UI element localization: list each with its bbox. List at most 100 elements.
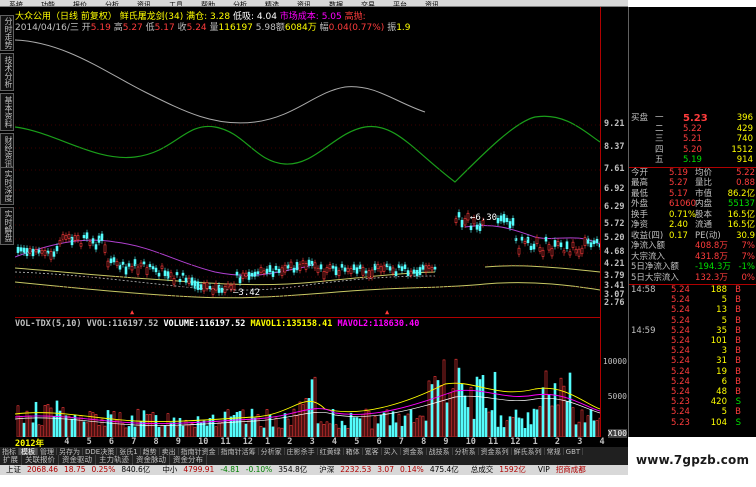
left-tab-0[interactable]: 分时走势	[0, 15, 14, 51]
gray-band-line	[15, 39, 426, 124]
volume-bar	[76, 417, 80, 437]
price-tick: 9.21	[604, 119, 625, 129]
indicator-tab-4[interactable]: DDE决策	[83, 448, 118, 455]
bid-volume: 1512	[731, 144, 753, 155]
volume-bar	[523, 428, 527, 437]
indicator-tab-6[interactable]: 趋势	[141, 448, 160, 455]
volume-bar	[85, 422, 89, 437]
candle-body	[256, 271, 260, 275]
volume-bar	[535, 409, 539, 437]
price-chart[interactable]: ←6.30 —3.42 ▲ ▲	[15, 32, 600, 317]
candle-body	[16, 246, 20, 253]
candle-body	[91, 238, 95, 244]
status-label: 上证	[6, 465, 21, 474]
volume-bar	[457, 367, 461, 437]
volume-bar	[337, 427, 341, 437]
sub-tab-2[interactable]: 资金驱动	[59, 455, 96, 465]
candle-body	[427, 265, 431, 269]
price-tick: 6.29	[604, 202, 625, 212]
green-band-line	[15, 115, 600, 183]
volume-bar	[427, 380, 431, 437]
bid-row[interactable]: 买盘一 5.23 396	[629, 113, 756, 124]
flow-value: 408.8万	[695, 241, 728, 251]
indicator-tab-0[interactable]: 指标	[0, 448, 19, 455]
volume-bar	[526, 412, 530, 437]
volume-bar	[355, 417, 359, 437]
volume-bar	[34, 401, 38, 437]
volume-bar	[19, 416, 23, 437]
volume-bar	[358, 418, 362, 437]
candle-body	[388, 266, 392, 271]
volume-bar	[343, 425, 347, 437]
bid-level: 三	[655, 134, 664, 144]
left-tab-1[interactable]: 技术分析	[0, 53, 14, 91]
indicator-tab-2[interactable]: 管理	[38, 448, 57, 455]
indicator-tab-16[interactable]: 资金系	[401, 448, 427, 455]
left-tab-3[interactable]: 财经资讯	[0, 133, 14, 171]
candle-body	[82, 235, 86, 239]
volume-bar	[256, 413, 260, 437]
left-tab-4[interactable]: 实时深度	[0, 167, 14, 205]
watermark-area: www.7gpzb.com	[628, 440, 756, 487]
indicator-tab-17[interactable]: 战技系	[427, 448, 453, 455]
indicator-tab-22[interactable]: GBT	[564, 448, 584, 455]
indicator-tab-18[interactable]: 分析系	[453, 448, 479, 455]
indicator-tab-7[interactable]: 卖出	[160, 448, 179, 455]
candle-body	[382, 264, 386, 272]
left-tab-2[interactable]: 基本资料	[0, 93, 14, 131]
stat-label: 市值	[695, 188, 713, 199]
indicator-tab-15[interactable]: 买入	[382, 448, 401, 455]
bid-row[interactable]: 二 5.22 429	[629, 124, 756, 135]
sub-tab-0[interactable]: 扩展	[0, 455, 22, 465]
candle-body	[466, 212, 470, 221]
indicator-tab-10[interactable]: 分析家	[259, 448, 285, 455]
indicator-tab-5[interactable]: 张氏1	[117, 448, 141, 455]
indicator-tab-20[interactable]: 鲜氏系列	[512, 448, 545, 455]
status-bar: 上证 2068.46 18.75 0.25% 840.6亿 中小 4799.91 -4.81-…	[0, 465, 628, 475]
volume-bar	[538, 406, 542, 437]
sub-tab-5[interactable]: 资金分布	[170, 455, 207, 465]
sub-tab-1[interactable]: 关联报价	[22, 455, 59, 465]
candle-body	[313, 262, 317, 269]
volume-bar	[412, 422, 416, 437]
volume-bar	[376, 423, 380, 437]
sub-tab-4[interactable]: 资金脉动	[133, 455, 170, 465]
volume-bar	[280, 427, 284, 437]
indicator-tab-19[interactable]: 资金系列	[479, 448, 512, 455]
candle-body	[25, 248, 29, 256]
bid-row[interactable]: 三 5.21 740	[629, 134, 756, 145]
volume-bar	[163, 425, 167, 437]
left-tab-5[interactable]: 实时解盘	[0, 207, 14, 245]
bid-row[interactable]: 五 5.19 914	[629, 155, 756, 166]
volume-bar	[574, 424, 578, 437]
volume-bar	[364, 408, 368, 437]
candle-body	[421, 264, 425, 270]
candle-body	[34, 249, 38, 253]
indicator-tab-13[interactable]: 箱体	[344, 448, 363, 455]
indicator-tab-12[interactable]: 红黄绿	[318, 448, 344, 455]
indicator-tab-9[interactable]: 指南针活筹	[219, 448, 259, 455]
volume-bar	[403, 415, 407, 437]
bid-level: 二	[655, 123, 664, 134]
date-tick: 7	[398, 437, 404, 447]
sub-tab-3[interactable]: 主力轨迹	[96, 455, 133, 465]
stat-label: 外盘	[631, 199, 649, 209]
indicator-tab-14[interactable]: 宽客	[363, 448, 382, 455]
menu-bar: 系统 功能 报价 分析 资讯 工具 帮助 分析 精选 资讯 数据 交易 平台 资讯	[0, 0, 628, 7]
date-tick: 9	[175, 437, 181, 447]
bid-row[interactable]: 四 5.20 1512	[629, 145, 756, 156]
flow-label: 大宗流入	[631, 251, 666, 262]
volume-bar	[121, 423, 125, 437]
candle-body	[499, 215, 503, 222]
indicator-tab-8[interactable]: 指南针资金	[179, 448, 219, 455]
volume-bar	[250, 408, 254, 437]
volume-bar	[433, 376, 437, 437]
indicator-tab-21[interactable]: 常规	[545, 448, 564, 455]
mavol2-value: 118630.40	[373, 319, 420, 329]
candle-body	[511, 218, 515, 226]
volume-chart[interactable]	[15, 329, 600, 437]
indicator-tab-1[interactable]: 模板	[19, 448, 38, 455]
indicator-tab-11[interactable]: 庄影杀手	[285, 448, 318, 455]
indicator-tab-3[interactable]: 另存为	[57, 448, 83, 455]
date-tick: 4	[331, 437, 338, 447]
